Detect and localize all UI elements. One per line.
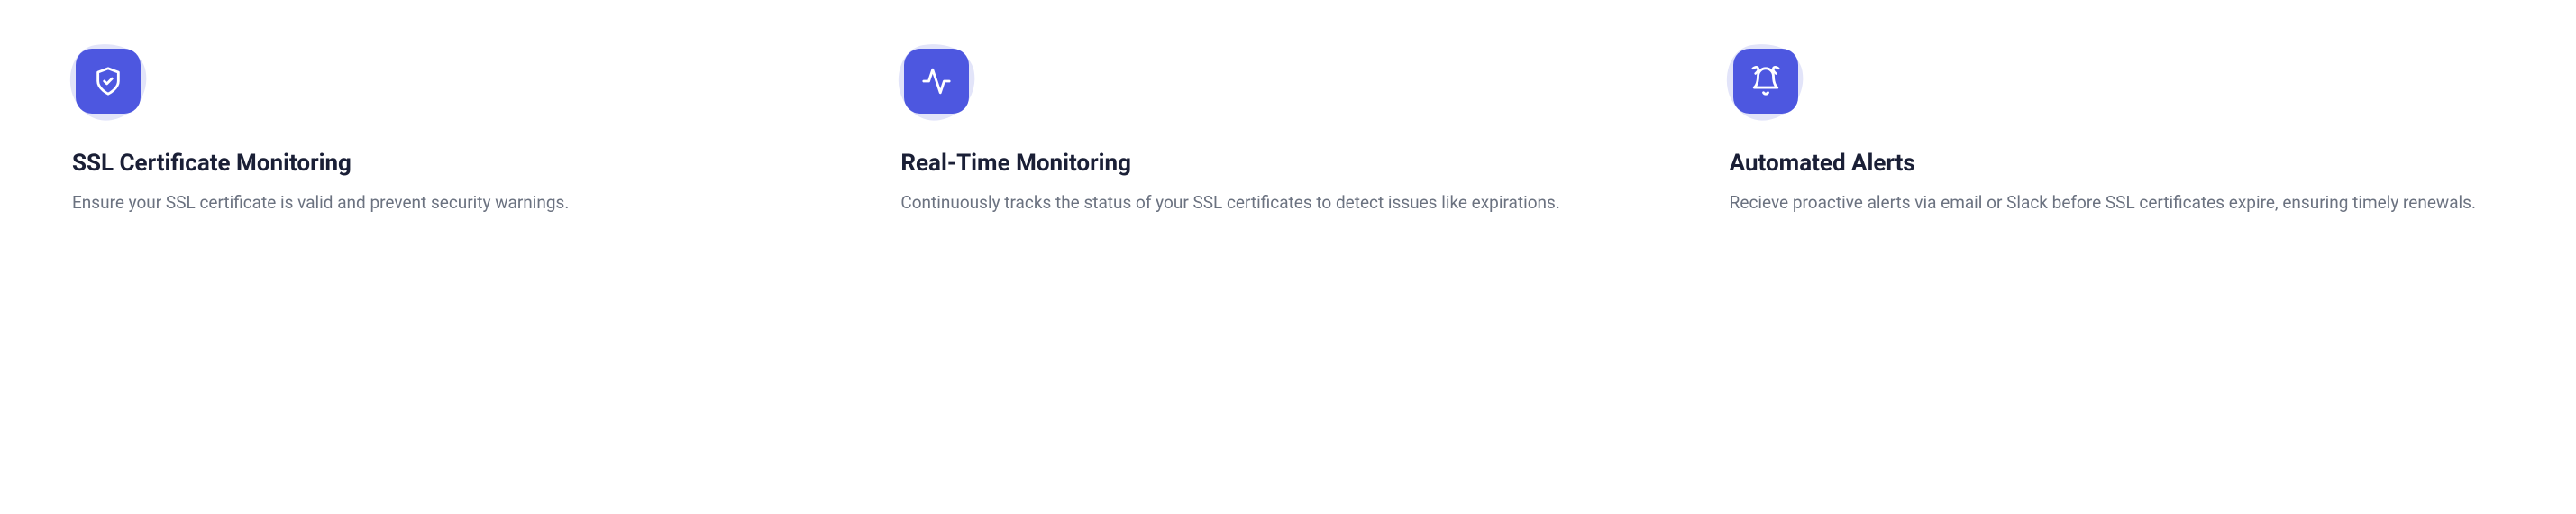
feature-title: SSL Certificate Monitoring [72, 150, 846, 177]
feature-description: Ensure your SSL certificate is valid and… [72, 189, 846, 216]
features-grid: SSL Certificate Monitoring Ensure your S… [72, 45, 2504, 216]
feature-card-ssl-monitoring: SSL Certificate Monitoring Ensure your S… [72, 45, 846, 216]
feature-card-alerts: Automated Alerts Recieve proactive alert… [1730, 45, 2504, 216]
bell-icon [1750, 66, 1781, 96]
icon-wrapper [72, 45, 144, 117]
shield-check-icon [93, 66, 123, 96]
activity-icon [921, 66, 952, 96]
feature-description: Recieve proactive alerts via email or Sl… [1730, 189, 2504, 216]
feature-description: Continuously tracks the status of your S… [900, 189, 1675, 216]
feature-title: Automated Alerts [1730, 150, 2504, 177]
icon-wrapper [900, 45, 973, 117]
feature-title: Real-Time Monitoring [900, 150, 1675, 177]
icon-box [76, 49, 141, 114]
feature-card-realtime: Real-Time Monitoring Continuously tracks… [900, 45, 1675, 216]
icon-wrapper [1730, 45, 1802, 117]
icon-box [904, 49, 969, 114]
icon-box [1733, 49, 1798, 114]
